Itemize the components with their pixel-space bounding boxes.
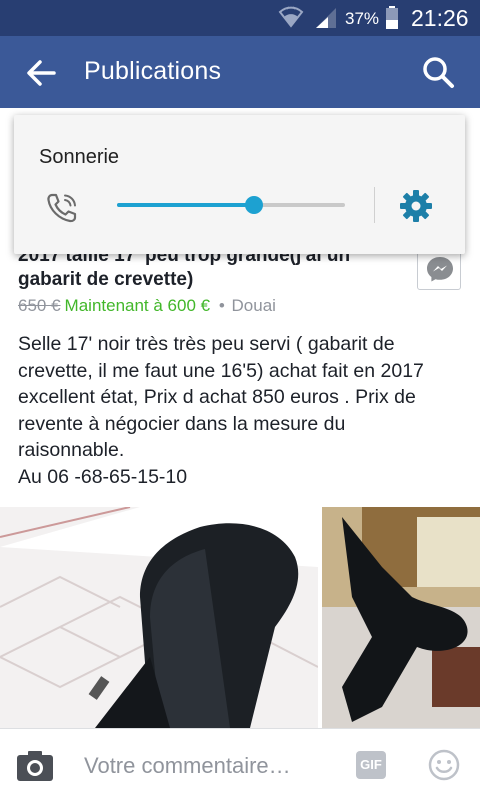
phone-number[interactable]: Au 06 -68-65-15-10 — [18, 464, 468, 491]
post-title-line-2: gabarit de crevette) — [18, 269, 194, 290]
gif-button[interactable]: GIF — [356, 751, 386, 779]
price-row: 650 € Maintenant à 600 € • Douai — [18, 296, 276, 316]
description-line: raisonnable. — [18, 439, 125, 461]
old-price: 650 € — [18, 296, 61, 315]
smiley-icon[interactable] — [428, 749, 460, 781]
wifi-icon — [278, 6, 304, 28]
volume-slider-fill — [117, 203, 254, 207]
description-line: excellent état, Prix d achat 850 euros .… — [18, 386, 416, 408]
ringer-icon[interactable] — [46, 191, 80, 225]
description-line: revente à négocier dans la mesure du — [18, 412, 346, 435]
comment-bar: Votre commentaire… GIF — [0, 728, 480, 800]
clock: 21:26 — [411, 5, 469, 31]
battery-icon — [386, 6, 398, 29]
location: Douai — [231, 296, 276, 315]
description-line: Selle 17' noir très très peu servi ( gab… — [18, 333, 395, 355]
search-icon[interactable] — [420, 54, 456, 90]
new-price: Maintenant à 600 € — [64, 296, 211, 315]
gear-icon[interactable] — [399, 189, 433, 223]
comment-input[interactable]: Votre commentaire… — [84, 753, 291, 779]
page-title: Publications — [84, 57, 222, 85]
volume-slider-thumb[interactable] — [244, 196, 263, 214]
divider — [374, 187, 375, 223]
saddle-photo-1[interactable] — [0, 507, 318, 728]
separator-dot: • — [218, 296, 225, 315]
battery-percent: 37% — [345, 9, 380, 28]
description-line: crevette, il me faut une 16'5) achat fai… — [18, 359, 424, 382]
app-bar: Publications — [0, 36, 480, 108]
status-bar: 37% 21:26 — [0, 0, 480, 36]
back-arrow-icon[interactable] — [24, 56, 58, 90]
post-description: Selle 17' noir très très peu servi ( gab… — [18, 331, 468, 490]
signal-icon — [316, 8, 336, 28]
saddle-photo-2[interactable] — [322, 507, 480, 728]
volume-slider[interactable] — [117, 196, 345, 214]
volume-stream-label: Sonnerie — [39, 146, 120, 168]
volume-dialog: Sonnerie — [14, 115, 465, 254]
camera-icon[interactable] — [16, 748, 54, 782]
